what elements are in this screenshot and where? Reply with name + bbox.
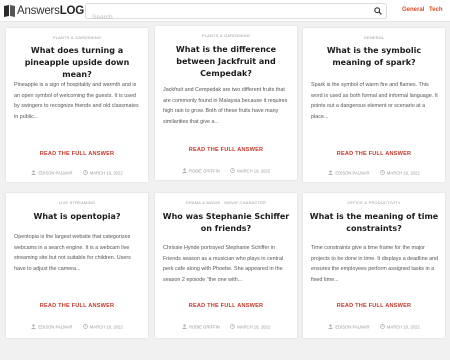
card-excerpt: Opentopia is the largest website that ca… [14,234,131,272]
user-icon [31,324,37,330]
card-category: DRAMA & MOVIE MOVIE CHARACTER [155,200,297,205]
card-title[interactable]: What is opentopia? [12,211,142,223]
author-name[interactable]: EDISON PALMAR [335,170,369,175]
card-title[interactable]: What is the symbolic meaning of spark? [309,45,439,69]
card-meta: EDISON PALMAR MARCH 19, 2022 [6,324,148,330]
category-link[interactable]: PLANTS & GARDENING [202,33,250,38]
search-icon[interactable] [374,7,382,15]
nav-tech[interactable]: Tech [429,7,443,13]
book-icon [4,5,15,17]
card-title[interactable]: What does turning a pineapple upside dow… [12,45,142,81]
card-category: PLANTS & GARDENING [155,33,297,38]
article-card: PLANTS & GARDENING What does turning a p… [6,28,148,182]
category-link[interactable]: OFFICE & PRODUCTIVITY [347,200,401,205]
search-input[interactable] [86,10,366,25]
clock-icon [230,324,236,330]
card-category: PLANTS & GARDENING [6,35,148,40]
article-card: PLANTS & GARDENING What is the differenc… [155,26,297,180]
card-meta: EDISON PALMAR MARCH 19, 2022 [303,324,445,330]
article-card: GENERAL What is the symbolic meaning of … [303,28,445,182]
card-category: OFFICE & PRODUCTIVITY [303,200,445,205]
author-name[interactable]: ROBIE GRIFFIN [189,324,220,329]
author-name[interactable]: EDISON PALMAR [335,324,369,329]
clock-icon [379,170,385,176]
user-icon [182,324,187,330]
logo-text: AnswersLOG [17,5,84,17]
post-date: MARCH 19, 2022 [237,324,271,330]
article-card: DRAMA & MOVIE MOVIE CHARACTER Who was Ste… [155,193,297,338]
category-link[interactable]: PLANTS & GARDENING [53,35,101,40]
logo-text-pre: Answers [17,5,60,17]
user-icon [182,168,187,174]
read-full-answer-link[interactable]: READ THE FULL ANSWER [6,303,148,309]
card-meta: EDISON PALMAR MARCH 19, 2022 [303,170,445,176]
read-full-answer-link[interactable]: READ THE FULL ANSWER [155,303,297,309]
card-title[interactable]: What is the difference between Jackfruit… [161,44,291,80]
card-title[interactable]: Who was Stephanie Schiffer on friends? [161,211,291,235]
search-box [85,3,387,25]
card-category: LIVE STREAMING [6,200,148,205]
article-card: LIVE STREAMING What is opentopia? Opento… [6,193,148,338]
category-link[interactable]: MOVIE CHARACTER [224,200,266,205]
user-icon [31,170,37,176]
card-excerpt: Jackfruit and Cempedak are two different… [163,87,288,125]
post-date: MARCH 19, 2022 [386,324,420,330]
user-icon [328,324,334,330]
card-excerpt: Chrissie Hynde portrayed Stephanie Schif… [163,245,284,283]
author-name[interactable]: EDISON PALMAR [38,324,72,329]
card-category: GENERAL [303,35,445,40]
category-link[interactable]: GENERAL [364,35,385,40]
article-card: OFFICE & PRODUCTIVITY What is the meanin… [303,193,445,338]
category-link[interactable]: LIVE STREAMING [59,200,95,205]
clock-icon [82,170,88,176]
card-excerpt: Spark is the symbol of warm fire and fla… [311,82,438,120]
clock-icon [379,324,385,330]
site-logo[interactable]: AnswersLOG [4,4,84,18]
post-date: MARCH 19, 2022 [237,168,271,174]
clock-icon [82,324,88,330]
card-meta: EDISON PALMAR MARCH 19, 2022 [6,170,148,176]
site-header: AnswersLOG General Tech [0,0,450,25]
read-full-answer-link[interactable]: READ THE FULL ANSWER [303,303,445,309]
logo-text-bold: LOG [59,5,85,17]
post-date: MARCH 19, 2022 [89,324,123,330]
card-meta: ROBIE GRIFFIN MARCH 19, 2022 [155,168,297,174]
post-date: MARCH 19, 2022 [386,170,420,176]
card-meta: ROBIE GRIFFIN MARCH 19, 2022 [155,324,297,330]
read-full-answer-link[interactable]: READ THE FULL ANSWER [6,151,148,157]
user-icon [328,170,334,176]
read-full-answer-link[interactable]: READ THE FULL ANSWER [303,151,445,157]
nav-general[interactable]: General [402,7,424,13]
author-name[interactable]: EDISON PALMAR [38,170,72,175]
card-title[interactable]: What is the meaning of time constraints? [309,211,439,235]
category-link[interactable]: DRAMA & MOVIE [186,200,221,205]
card-excerpt: Time constraints give a time frame for t… [311,245,439,283]
read-full-answer-link[interactable]: READ THE FULL ANSWER [155,147,297,153]
post-date: MARCH 19, 2022 [89,170,123,176]
card-excerpt: Pineapple is a sign of hospitality and w… [14,82,139,120]
clock-icon [230,168,236,174]
author-name[interactable]: ROBIE GRIFFIN [189,168,220,173]
